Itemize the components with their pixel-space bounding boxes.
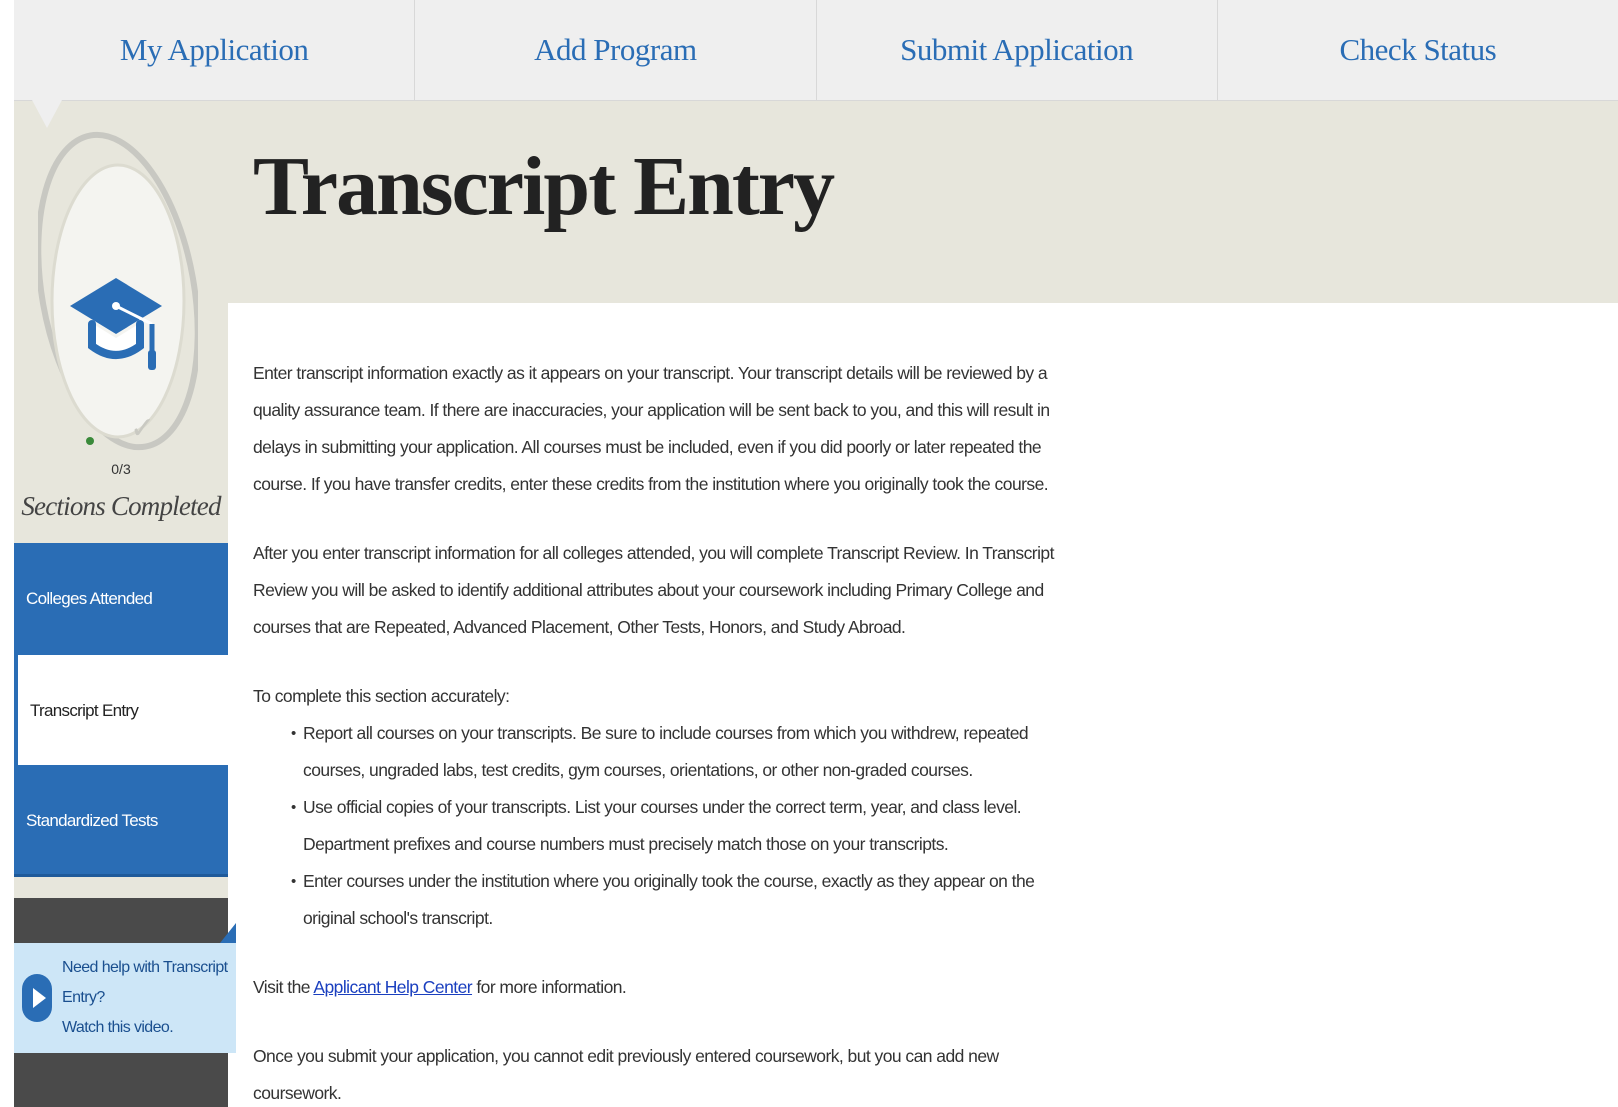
sidebar-item-label: Transcript Entry bbox=[30, 701, 139, 720]
list-item: Use official copies of your transcripts.… bbox=[291, 789, 1063, 863]
help-video-link[interactable]: Need help with Transcript Entry? Watch t… bbox=[14, 943, 236, 1053]
nav-my-application[interactable]: My Application bbox=[14, 0, 416, 100]
progress-indicator: ✓ bbox=[38, 131, 198, 461]
sidebar-item-transcript-entry[interactable]: Transcript Entry bbox=[14, 655, 228, 767]
main-content: Enter transcript information exactly as … bbox=[253, 355, 1063, 1107]
nav-add-program[interactable]: Add Program bbox=[415, 0, 817, 100]
page-title: Transcript Entry bbox=[253, 140, 835, 233]
sidebar: ✓ 0/3 Sections Completed Colleges Attend… bbox=[14, 101, 236, 1107]
nav-check-status[interactable]: Check Status bbox=[1218, 0, 1618, 100]
sections-completed-label: Sections Completed bbox=[21, 491, 221, 521]
top-navigation: My Application Add Program Submit Applic… bbox=[14, 0, 1618, 101]
review-paragraph: After you enter transcript information f… bbox=[253, 543, 1054, 637]
applicant-help-center-link[interactable]: Applicant Help Center bbox=[313, 977, 472, 997]
play-icon bbox=[22, 974, 52, 1022]
list-item: Enter courses under the institution wher… bbox=[291, 863, 1063, 937]
help-center-paragraph: Visit the Applicant Help Center for more… bbox=[253, 969, 1063, 1006]
intro-paragraph: Enter transcript information exactly as … bbox=[253, 363, 1050, 494]
sidebar-item-label: Colleges Attended bbox=[26, 589, 153, 608]
nav-submit-application[interactable]: Submit Application bbox=[817, 0, 1218, 100]
help-line-1: Need help with Transcript bbox=[62, 959, 228, 976]
help-box-notch bbox=[220, 923, 236, 943]
graduation-cap-icon bbox=[70, 278, 162, 370]
visit-prefix: Visit the bbox=[253, 977, 314, 997]
list-item: Report all courses on your transcripts. … bbox=[291, 715, 1063, 789]
list-intro: To complete this section accurately: bbox=[253, 686, 510, 706]
nav-active-pointer bbox=[32, 100, 62, 128]
visit-suffix: for more information. bbox=[472, 977, 627, 997]
check-icon: ✓ bbox=[130, 411, 156, 446]
help-video-text: Need help with Transcript Entry? Watch t… bbox=[62, 953, 228, 1043]
progress-count: 0/3 bbox=[111, 461, 131, 477]
help-line-2: Entry? bbox=[62, 989, 105, 1006]
sidebar-item-colleges-attended[interactable]: Colleges Attended bbox=[14, 543, 228, 655]
divider bbox=[14, 874, 228, 877]
submission-note: Once you submit your application, you ca… bbox=[253, 1046, 999, 1103]
sidebar-item-standardized-tests[interactable]: Standardized Tests bbox=[14, 765, 228, 877]
help-line-3: Watch this video. bbox=[62, 1019, 174, 1036]
sidebar-item-label: Standardized Tests bbox=[26, 811, 158, 830]
instructions-list: Report all courses on your transcripts. … bbox=[253, 715, 1063, 937]
